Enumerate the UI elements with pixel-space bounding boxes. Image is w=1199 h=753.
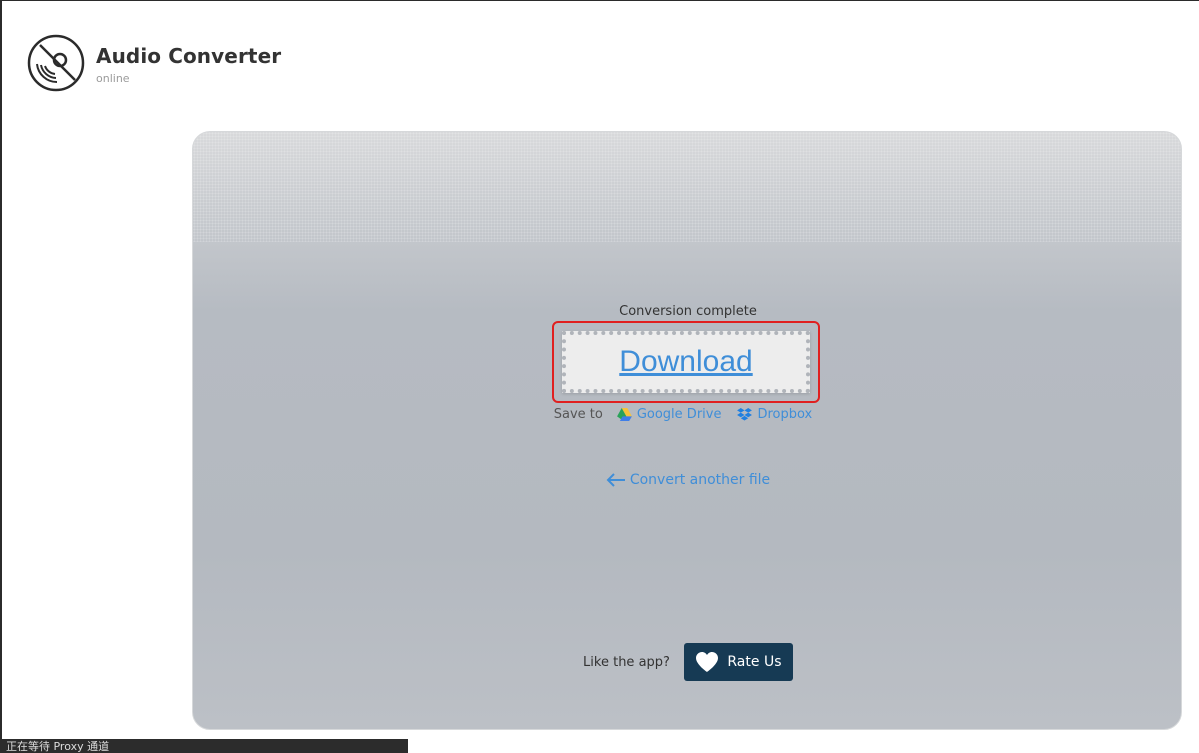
panel-texture (193, 132, 1181, 242)
heart-icon (696, 652, 719, 672)
dropbox-link[interactable]: Dropbox (737, 407, 812, 422)
convert-another-label: Convert another file (629, 472, 771, 488)
dropbox-label: Dropbox (757, 407, 813, 422)
download-link[interactable]: Download (619, 345, 752, 379)
converter-panel: Conversion complete Download Save to Goo… (192, 131, 1182, 730)
download-button[interactable]: Download (562, 331, 810, 393)
window-frame-left (0, 0, 2, 753)
browser-status-bar: 正在等待 Proxy 通道 (0, 739, 408, 753)
convert-another-link[interactable]: Convert another file (193, 472, 1181, 488)
dropbox-icon (737, 408, 753, 421)
save-to-label: Save to (553, 407, 603, 422)
disc-icon[interactable] (27, 34, 85, 92)
google-drive-link[interactable]: Google Drive (616, 407, 722, 422)
arrow-left-icon (606, 473, 625, 487)
rate-us-button[interactable]: Rate Us (683, 643, 793, 681)
conversion-status: Conversion complete (619, 304, 757, 319)
rate-us-label: Rate Us (727, 654, 782, 670)
window-frame-top (0, 0, 1199, 1)
app-title: Audio Converter (96, 44, 282, 68)
app-subtitle: online (96, 72, 130, 85)
rate-prompt: Like the app? (583, 654, 670, 670)
save-to-row: Save to Google Drive Dropbox (193, 407, 1181, 422)
rate-row: Like the app? Rate Us (193, 643, 1181, 681)
google-drive-label: Google Drive (636, 407, 722, 422)
google-drive-icon (616, 408, 632, 421)
